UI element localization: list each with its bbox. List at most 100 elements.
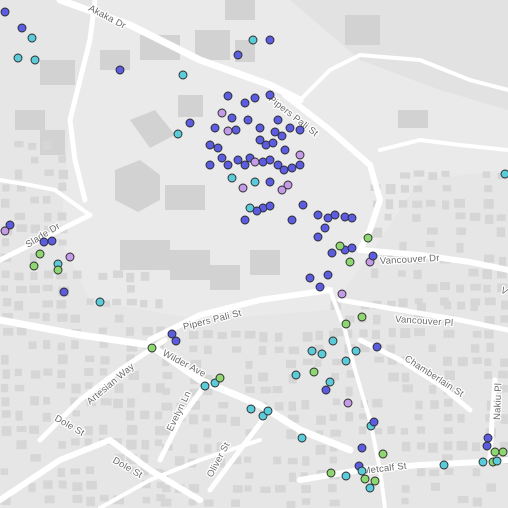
map-marker-blue[interactable] — [483, 433, 493, 443]
map-marker-blue[interactable] — [233, 50, 243, 60]
map-marker-blue[interactable] — [0, 7, 10, 17]
map-marker-blue[interactable] — [171, 336, 181, 346]
map-marker-teal[interactable] — [357, 466, 367, 476]
map-marker-blue[interactable] — [273, 115, 283, 125]
map-marker-teal[interactable] — [317, 349, 327, 359]
map-marker-blue[interactable] — [252, 206, 262, 216]
map-marker-lavender[interactable] — [238, 183, 248, 193]
map-marker-teal[interactable] — [478, 457, 488, 467]
map-marker-blue[interactable] — [295, 125, 305, 135]
map-marker-blue[interactable] — [265, 177, 275, 187]
map-marker-lavender[interactable] — [217, 108, 227, 118]
map-marker-blue[interactable] — [265, 90, 275, 100]
map-marker-green[interactable] — [363, 233, 373, 243]
map-marker-blue[interactable] — [323, 270, 333, 280]
map-marker-blue[interactable] — [210, 123, 220, 133]
map-marker-green[interactable] — [370, 476, 380, 486]
map-marker-blue[interactable] — [240, 98, 250, 108]
map-marker-teal[interactable] — [328, 336, 338, 346]
map-marker-blue[interactable] — [231, 125, 241, 135]
map-marker-blue[interactable] — [223, 160, 233, 170]
map-marker-blue[interactable] — [321, 385, 331, 395]
map-marker-green[interactable] — [360, 474, 370, 484]
map-marker-lavender[interactable] — [223, 126, 233, 136]
map-marker-blue[interactable] — [482, 441, 492, 451]
map-marker-lavender[interactable] — [337, 289, 347, 299]
map-marker-blue[interactable] — [205, 140, 215, 150]
map-marker-blue[interactable] — [59, 287, 69, 297]
map-marker-blue[interactable] — [315, 282, 325, 292]
map-marker-green[interactable] — [35, 249, 45, 259]
map-marker-teal[interactable] — [27, 33, 37, 43]
map-marker-blue[interactable] — [368, 251, 378, 261]
map-marker-green[interactable] — [215, 373, 225, 383]
map-marker-lavender[interactable] — [0, 226, 10, 236]
map-marker-green[interactable] — [341, 319, 351, 329]
map-marker-teal[interactable] — [248, 35, 258, 45]
map-marker-lavender[interactable] — [295, 150, 305, 160]
map-marker-teal[interactable] — [250, 177, 260, 187]
map-marker-blue[interactable] — [213, 143, 223, 153]
map-marker-blue[interactable] — [285, 123, 295, 133]
map-marker-blue[interactable] — [17, 23, 27, 33]
map-marker-blue[interactable] — [240, 160, 250, 170]
map-marker-blue[interactable] — [47, 236, 57, 246]
map-marker-blue[interactable] — [279, 165, 289, 175]
map-marker-teal[interactable] — [263, 406, 273, 416]
map-marker-lavender[interactable] — [343, 398, 353, 408]
map-marker-blue[interactable] — [265, 155, 275, 165]
map-marker-green[interactable] — [147, 343, 157, 353]
map-marker-teal[interactable] — [30, 55, 40, 65]
map-marker-blue[interactable] — [115, 65, 125, 75]
map-marker-blue[interactable] — [305, 273, 315, 283]
map-marker-teal[interactable] — [200, 381, 210, 391]
map-marker-teal[interactable] — [227, 173, 237, 183]
map-marker-blue[interactable] — [223, 91, 233, 101]
map-marker-blue[interactable] — [295, 160, 305, 170]
map-marker-blue[interactable] — [217, 153, 227, 163]
map-marker-teal[interactable] — [246, 404, 256, 414]
map-marker-blue[interactable] — [320, 223, 330, 233]
map-marker-blue[interactable] — [347, 243, 357, 253]
map-marker-blue[interactable] — [298, 200, 308, 210]
map-view[interactable]: Akaka Dr Pipers Pali St Slade Dr Vancouv… — [0, 0, 508, 508]
map-marker-teal[interactable] — [173, 129, 183, 139]
map-marker-teal[interactable] — [439, 460, 449, 470]
map-marker-teal[interactable] — [500, 169, 508, 179]
map-marker-green[interactable] — [309, 367, 319, 377]
map-marker-blue[interactable] — [265, 201, 275, 211]
map-marker-green[interactable] — [345, 257, 355, 267]
map-marker-blue[interactable] — [233, 155, 243, 165]
map-marker-blue[interactable] — [330, 210, 340, 220]
map-marker-green[interactable] — [29, 261, 39, 271]
map-marker-blue[interactable] — [205, 160, 215, 170]
map-marker-teal[interactable] — [307, 346, 317, 356]
map-marker-teal[interactable] — [297, 433, 307, 443]
map-marker-blue[interactable] — [255, 135, 265, 145]
map-marker-green[interactable] — [490, 447, 500, 457]
map-marker-blue[interactable] — [277, 131, 287, 141]
map-marker-lavender[interactable] — [250, 157, 260, 167]
map-marker-green[interactable] — [498, 447, 508, 457]
map-marker-blue[interactable] — [265, 35, 275, 45]
map-marker-blue[interactable] — [313, 210, 323, 220]
map-marker-teal[interactable] — [365, 483, 375, 493]
map-marker-teal[interactable] — [341, 356, 351, 366]
map-marker-teal[interactable] — [178, 70, 188, 80]
map-marker-blue[interactable] — [39, 237, 49, 247]
map-marker-blue[interactable] — [240, 215, 250, 225]
map-marker-green[interactable] — [53, 265, 63, 275]
map-marker-teal[interactable] — [291, 370, 301, 380]
map-marker-teal[interactable] — [351, 346, 361, 356]
map-marker-blue[interactable] — [287, 215, 297, 225]
map-marker-blue[interactable] — [185, 118, 195, 128]
map-marker-blue[interactable] — [255, 123, 265, 133]
map-marker-blue[interactable] — [243, 115, 253, 125]
map-marker-blue[interactable] — [287, 163, 297, 173]
map-marker-blue[interactable] — [327, 248, 337, 258]
map-marker-blue[interactable] — [357, 443, 367, 453]
map-marker-blue[interactable] — [250, 93, 260, 103]
map-marker-blue[interactable] — [227, 113, 237, 123]
map-marker-green[interactable] — [357, 312, 367, 322]
map-marker-lavender[interactable] — [65, 252, 75, 262]
